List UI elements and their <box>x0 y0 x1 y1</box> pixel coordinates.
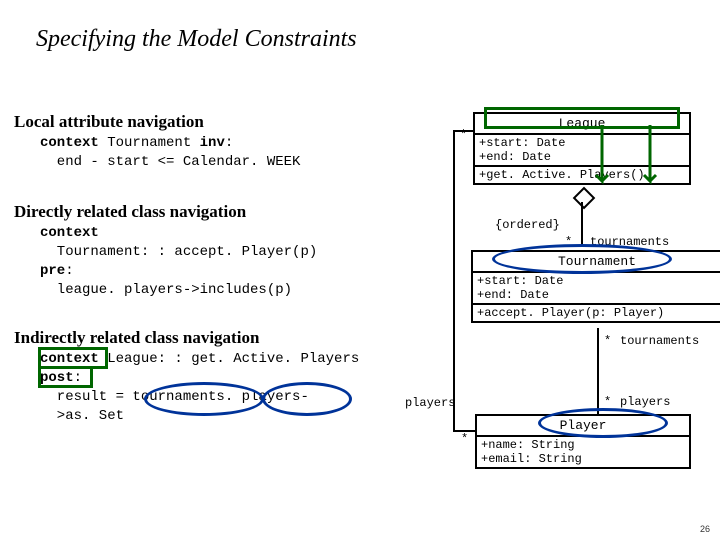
code-local-attr: context Tournament inv: end - start <= C… <box>40 134 300 172</box>
mult-star-4: * <box>460 128 467 142</box>
highlight-post-kw <box>38 366 93 388</box>
uml-tournament-ops: +accept. Player(p: Player) <box>473 305 720 321</box>
ellipse-tournament-class <box>492 244 672 274</box>
role-players-2: players <box>405 396 455 410</box>
uml-player-attrs: +name: String +email: String <box>477 437 689 467</box>
green-arrow-league-down <box>594 125 614 195</box>
assoc-line-v-left <box>453 130 455 430</box>
ordered-constraint: {ordered} <box>495 218 560 232</box>
ellipse-tournaments <box>144 382 264 416</box>
heading-local-attr: Local attribute navigation <box>14 112 204 132</box>
code-direct-nav: context Tournament: : accept. Player(p) … <box>40 224 317 300</box>
heading-direct-nav: Directly related class navigation <box>14 202 246 222</box>
mult-star-5: * <box>461 432 468 446</box>
ellipse-player-class <box>538 408 668 438</box>
heading-indirect-nav: Indirectly related class navigation <box>14 328 259 348</box>
assoc-line-league-tournament <box>581 202 583 246</box>
green-arrow-league-down-2 <box>642 125 662 195</box>
mult-star-3: * <box>604 395 611 409</box>
aggregation-diamond-icon <box>573 187 596 210</box>
role-tournaments-2: tournaments <box>620 334 699 348</box>
mult-star-2: * <box>604 334 611 348</box>
uml-tournament-attrs: +start: Date +end: Date <box>473 273 720 305</box>
role-players-1: players <box>620 395 670 409</box>
page-title: Specifying the Model Constraints <box>36 26 357 53</box>
ellipse-players <box>262 382 352 416</box>
assoc-line-tournament-player <box>597 328 599 414</box>
page-number: 26 <box>700 524 710 534</box>
